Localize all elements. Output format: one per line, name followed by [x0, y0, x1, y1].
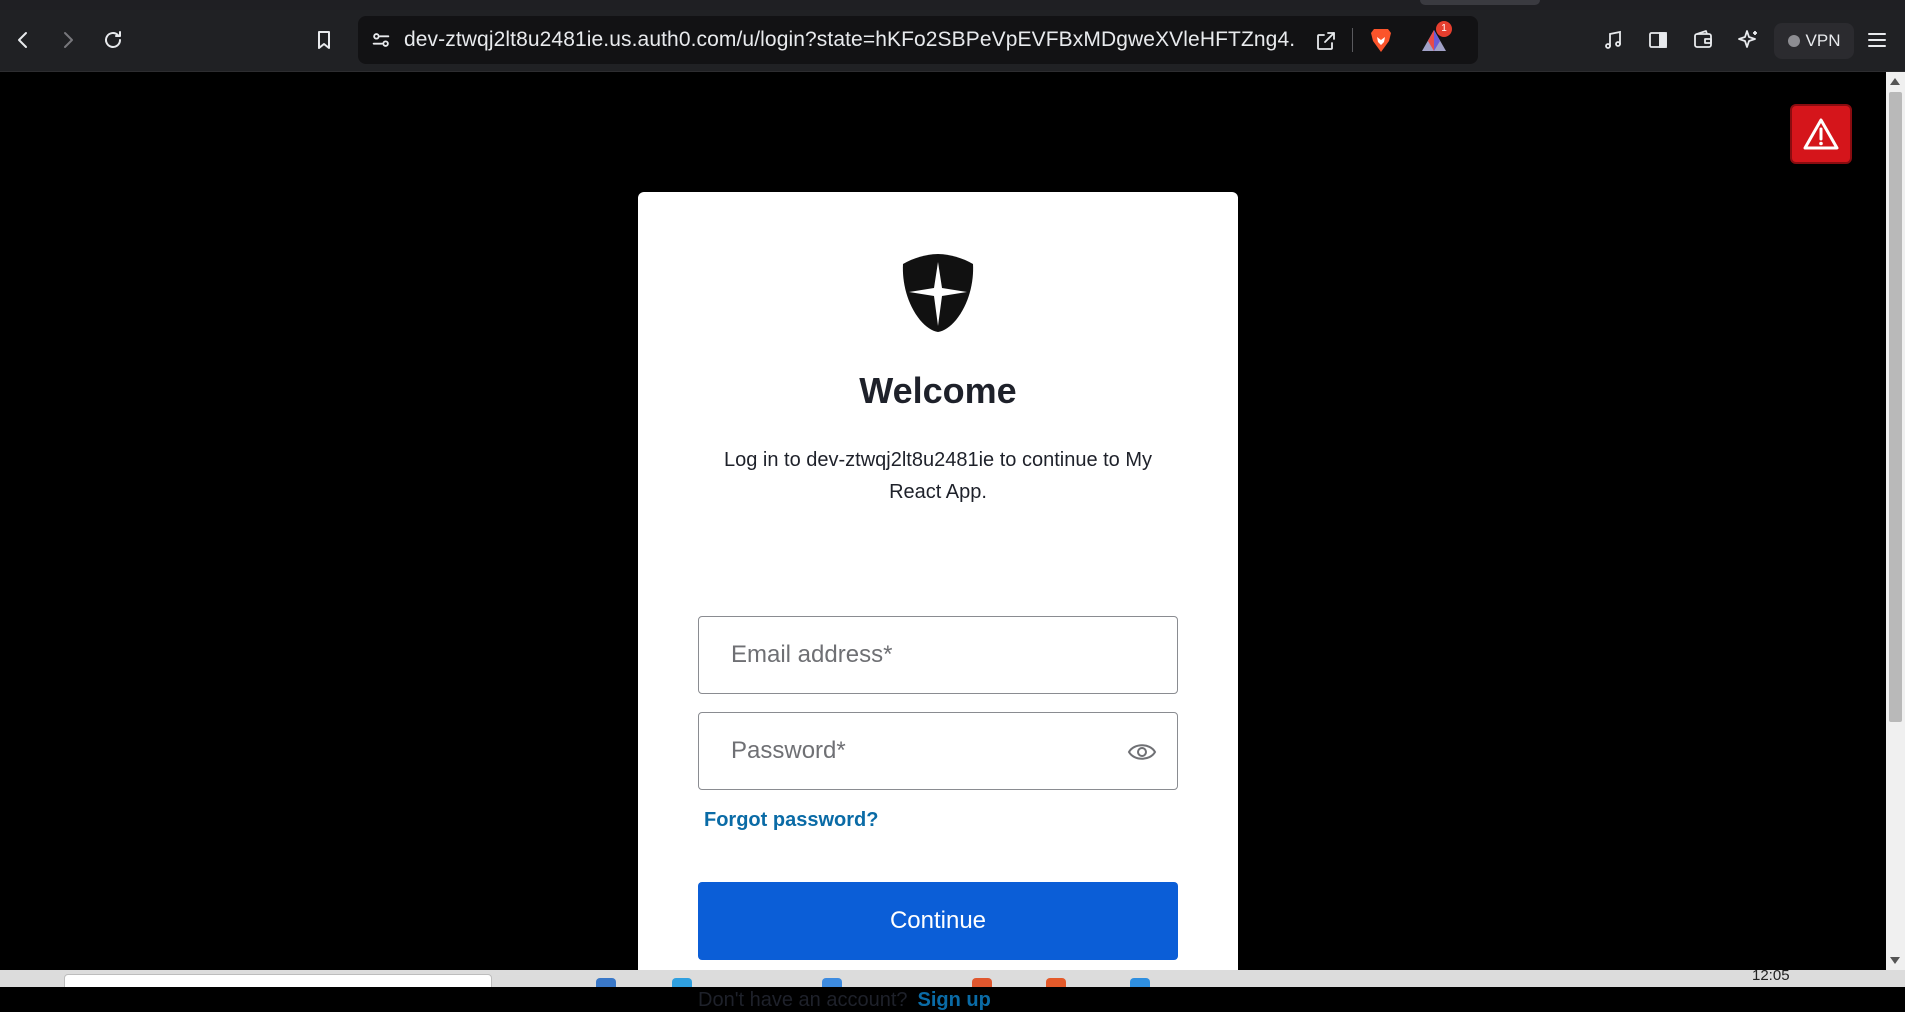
hamburger-menu-icon — [1868, 33, 1886, 47]
page-scrollbar[interactable] — [1886, 72, 1905, 970]
share-button[interactable] — [1310, 26, 1342, 56]
signup-row: Don't have an account? Sign up — [698, 989, 991, 1012]
taskbar-app-icon[interactable] — [1130, 978, 1150, 987]
show-password-eye-icon[interactable] — [1127, 738, 1157, 766]
site-settings-icon — [372, 33, 390, 47]
main-menu-button[interactable] — [1859, 22, 1895, 58]
taskbar-clock: 12:05 — [1752, 970, 1790, 984]
bookmark-icon — [318, 31, 330, 49]
taskbar-app-icon[interactable] — [1046, 978, 1066, 987]
wallet-button[interactable] — [1685, 22, 1721, 58]
vpn-status-icon — [1787, 35, 1800, 47]
sign-up-link[interactable]: Sign up — [918, 989, 991, 1011]
reload-icon — [105, 31, 121, 48]
no-account-text: Don't have an account? — [698, 989, 908, 1011]
brave-shield-icon — [1371, 29, 1391, 52]
divider — [1352, 28, 1353, 52]
wallet-icon — [1694, 30, 1712, 48]
warning-button[interactable] — [1790, 104, 1852, 164]
bookmark-button[interactable] — [306, 22, 342, 58]
taskbar-app-icon[interactable] — [596, 978, 616, 987]
scroll-down-arrow-icon[interactable] — [1890, 957, 1900, 964]
leo-ai-button[interactable] — [1730, 22, 1766, 58]
os-taskbar: 12:05 — [0, 970, 1905, 987]
vpn-button[interactable]: VPN — [1774, 23, 1854, 59]
site-info-button[interactable] — [358, 16, 404, 64]
warning-icon — [1803, 118, 1839, 150]
forward-button[interactable] — [50, 22, 86, 58]
page-title: Welcome — [859, 370, 1017, 411]
vpn-label: VPN — [1805, 31, 1841, 50]
reload-button[interactable] — [95, 22, 131, 58]
password-field[interactable] — [698, 712, 1178, 790]
brave-rewards-button[interactable]: 1 — [1418, 21, 1452, 57]
email-input[interactable] — [699, 617, 1177, 693]
email-field[interactable] — [698, 616, 1178, 694]
password-input[interactable] — [699, 713, 1177, 789]
url-text[interactable]: dev-ztwqj2lt8u2481ie.us.auth0.com/u/logi… — [404, 28, 1294, 52]
media-button[interactable] — [1595, 22, 1631, 58]
forward-arrow-icon — [64, 32, 73, 48]
forgot-password-link[interactable]: Forgot password? — [704, 809, 878, 832]
rewards-count-badge: 1 — [1436, 21, 1452, 37]
taskbar-app-icon[interactable] — [672, 978, 692, 987]
tab-handle[interactable] — [1420, 0, 1540, 5]
scrollbar-thumb[interactable] — [1889, 92, 1902, 722]
taskbar-app-icon[interactable] — [972, 978, 992, 987]
tab-strip — [0, 0, 1905, 10]
back-button[interactable] — [5, 22, 41, 58]
taskbar-search[interactable] — [64, 974, 492, 987]
address-bar[interactable]: dev-ztwqj2lt8u2481ie.us.auth0.com/u/logi… — [358, 16, 1478, 64]
brave-shield-button[interactable] — [1366, 25, 1396, 55]
login-subtitle: Log in to dev-ztwqj2lt8u2481ie to contin… — [723, 449, 1153, 503]
share-icon — [1317, 32, 1335, 50]
browser-toolbar: dev-ztwqj2lt8u2481ie.us.auth0.com/u/logi… — [0, 10, 1905, 72]
back-arrow-icon — [18, 32, 27, 48]
leo-ai-icon — [1738, 30, 1757, 48]
sidebar-button[interactable] — [1640, 22, 1676, 58]
login-card: Welcome Log in to dev-ztwqj2lt8u2481ie t… — [638, 192, 1238, 1011]
auth0-shield-logo-icon — [902, 254, 974, 332]
sidebar-icon — [1649, 32, 1667, 48]
page-content: Welcome Log in to dev-ztwqj2lt8u2481ie t… — [0, 72, 1886, 1011]
continue-button[interactable]: Continue — [698, 882, 1178, 960]
scroll-up-arrow-icon[interactable] — [1890, 78, 1900, 85]
music-note-icon — [1605, 30, 1621, 49]
taskbar-app-icon[interactable] — [822, 978, 842, 987]
